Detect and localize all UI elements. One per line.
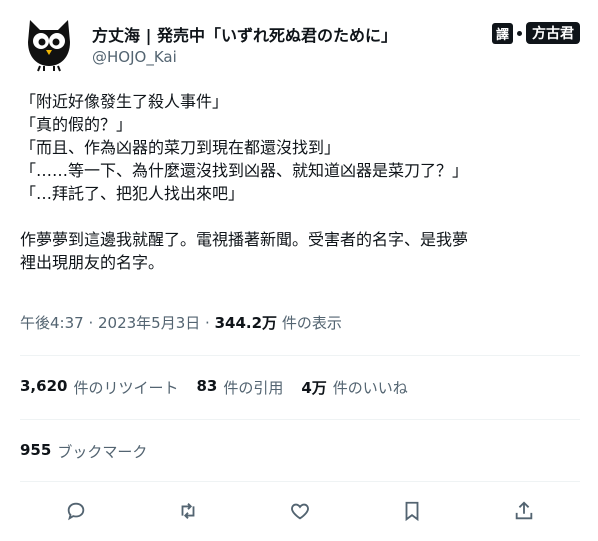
reply-icon bbox=[67, 502, 85, 521]
badge-dot-icon bbox=[517, 30, 522, 36]
author-display-name[interactable]: 方丈海 | 発売中「いずれ死ぬ君のために」 bbox=[92, 22, 397, 46]
likes-label: 件のいいね bbox=[332, 379, 408, 397]
tweet-line: 「真的假的？」 bbox=[20, 115, 133, 134]
tweet-line: 「而且、作為凶器的菜刀到現在都還沒找到」 bbox=[20, 138, 341, 157]
share-icon bbox=[515, 501, 533, 520]
tweet-meta: 午後4:37 · 2023年5月3日 · 344.2万 件の表示 bbox=[20, 312, 342, 333]
like-button[interactable] bbox=[284, 495, 316, 527]
engagement-stats: 3,620 件のリツイート 83 件の引用 4万 件のいいね bbox=[20, 377, 408, 398]
badge-logo: 方古君 bbox=[526, 22, 580, 44]
views-label: 件の表示 bbox=[281, 314, 342, 332]
tweet-timestamp[interactable]: 午後4:37 · 2023年5月3日 · bbox=[20, 314, 210, 332]
bookmark-button[interactable] bbox=[396, 495, 428, 527]
owl-avatar-icon[interactable] bbox=[20, 14, 78, 72]
quotes-stat[interactable]: 83 件の引用 bbox=[196, 377, 283, 398]
divider bbox=[20, 419, 580, 420]
translator-badge: 譯 方古君 bbox=[491, 22, 580, 44]
tweet-line: 「……等一下、為什麼還沒找到凶器、就知道凶器是菜刀了？」 bbox=[20, 161, 469, 180]
action-bar bbox=[20, 495, 580, 527]
share-button[interactable] bbox=[508, 495, 540, 527]
like-icon bbox=[291, 503, 309, 520]
bookmark-icon bbox=[405, 501, 419, 522]
badge-tag: 譯 bbox=[491, 22, 513, 44]
bookmarks-stat[interactable]: 955 ブックマーク bbox=[20, 441, 147, 462]
bookmarks-label: ブックマーク bbox=[57, 443, 148, 461]
bookmarks-count: 955 bbox=[20, 441, 52, 459]
author-handle[interactable]: @HOJO_Kai bbox=[92, 48, 177, 66]
divider bbox=[20, 481, 580, 482]
retweet-button[interactable] bbox=[172, 495, 204, 527]
quotes-label: 件の引用 bbox=[223, 379, 284, 397]
retweets-label: 件のリツイート bbox=[73, 379, 179, 397]
quotes-count: 83 bbox=[196, 377, 218, 395]
retweets-count: 3,620 bbox=[20, 377, 68, 395]
tweet-line: 作夢夢到這邊我就醒了。電視播著新聞。受害者的名字、是我夢 bbox=[20, 230, 469, 249]
likes-stat[interactable]: 4万 件のいいね bbox=[301, 377, 407, 398]
tweet-line: 「…拜託了、把犯人找出來吧」 bbox=[20, 184, 245, 203]
likes-count: 4万 bbox=[301, 379, 327, 397]
tweet-line: 「附近好像發生了殺人事件」 bbox=[20, 92, 229, 111]
reply-button[interactable] bbox=[60, 495, 92, 527]
divider bbox=[20, 355, 580, 356]
tweet-line: 裡出現朋友的名字。 bbox=[20, 253, 165, 272]
views-count: 344.2万 bbox=[214, 314, 278, 332]
tweet-text: 「附近好像發生了殺人事件」 「真的假的？」 「而且、作為凶器的菜刀到現在都還沒找… bbox=[20, 90, 580, 274]
retweets-stat[interactable]: 3,620 件のリツイート bbox=[20, 377, 178, 398]
retweet-icon bbox=[181, 503, 195, 519]
tweet-header: 方丈海 | 発売中「いずれ死ぬ君のために」 @HOJO_Kai 譯 方古君 bbox=[20, 12, 580, 72]
